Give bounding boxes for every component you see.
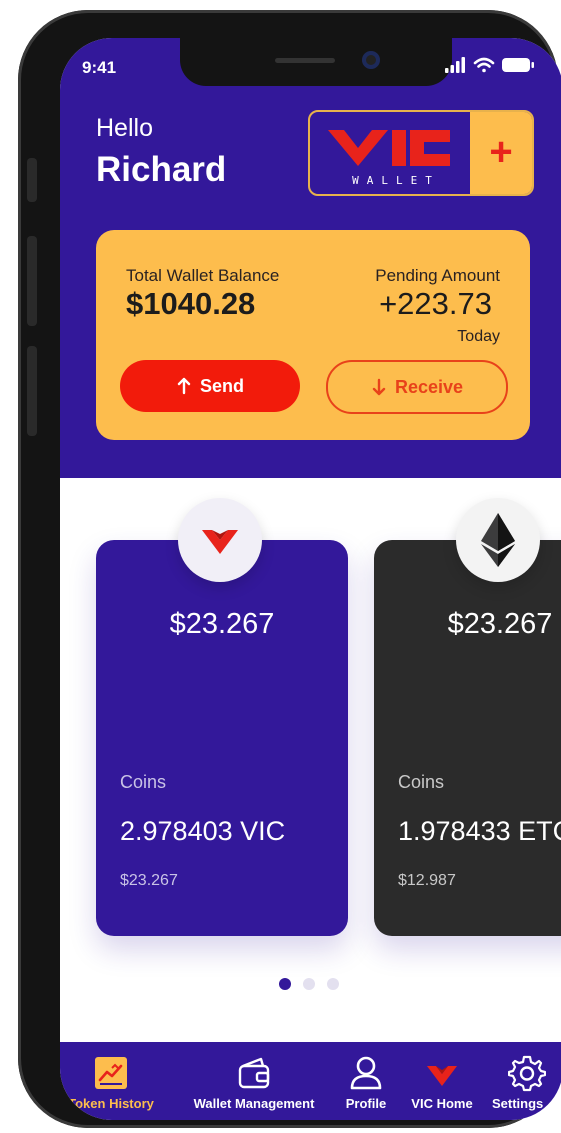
tab-profile[interactable]: Profile	[334, 1054, 398, 1116]
tab-label: Token History	[68, 1096, 154, 1111]
camera-icon	[362, 51, 380, 69]
tab-settings[interactable]: Settings	[492, 1054, 561, 1116]
volume-up-button	[27, 236, 37, 326]
phone-frame: 9:41 Hello Richard WALLET + Total Wallet…	[18, 10, 561, 1128]
vic-heart-icon	[427, 1066, 457, 1086]
coin-card-coins-value: 1.978433 ETC	[398, 816, 561, 846]
user-icon	[350, 1056, 382, 1090]
vic-logo-icon: WALLET	[328, 130, 450, 187]
coin-card-amount: $23.267	[447, 608, 553, 640]
volume-down-button	[27, 346, 37, 436]
total-balance-value: $1040.28	[126, 286, 256, 321]
total-balance-label: Total Wallet Balance	[126, 266, 280, 285]
coin-badge	[178, 498, 262, 582]
speaker-grille	[275, 58, 335, 63]
tab-vic-home[interactable]: VIC Home	[404, 1054, 480, 1116]
greeting-text: Hello	[96, 114, 153, 142]
vic-wallet-logo-button[interactable]: WALLET +	[308, 110, 534, 196]
coin-card-coins-label: Coins	[398, 772, 445, 792]
coin-card-usd-value: $23.267	[120, 872, 178, 889]
app-screen: 9:41 Hello Richard WALLET + Total Wallet…	[60, 38, 561, 1120]
tab-token-history[interactable]: Token History	[62, 1054, 160, 1116]
gear-icon	[508, 1055, 546, 1092]
add-wallet-button[interactable]: +	[470, 112, 532, 194]
carousel-pagination	[279, 978, 349, 992]
coin-card-amount: $23.267	[169, 608, 275, 640]
pagination-dot[interactable]	[303, 978, 315, 990]
user-name: Richard	[96, 150, 227, 189]
device-notch	[180, 38, 452, 86]
ethereum-icon	[481, 513, 515, 567]
coin-card-usd-value: $12.987	[398, 872, 456, 889]
battery-icon	[502, 58, 534, 72]
send-button[interactable]: Send	[120, 360, 300, 412]
chart-icon	[95, 1057, 127, 1089]
pending-period: Today	[457, 328, 500, 345]
tab-label: Settings	[492, 1096, 544, 1111]
coin-card-etc[interactable]: $23.267 Coins 1.978433 ETC $12.987	[374, 498, 561, 936]
signal-icon	[445, 57, 465, 73]
receive-button-label: Receive	[394, 376, 464, 397]
pagination-dot[interactable]	[327, 978, 339, 990]
coin-card-coins-value: 2.978403 VIC	[120, 816, 286, 846]
arrow-up-icon	[177, 377, 191, 395]
bottom-tab-bar: Token History Wallet Management Profile	[60, 1042, 561, 1120]
coin-card-coins-label: Coins	[120, 772, 167, 792]
mute-switch	[27, 158, 37, 202]
send-button-label: Send	[199, 375, 244, 396]
balance-card: Total Wallet Balance $1040.28 Pending Am…	[96, 230, 530, 440]
status-icons	[445, 57, 534, 73]
tab-label: Profile	[345, 1096, 387, 1111]
tab-wallet-management[interactable]: Wallet Management	[184, 1054, 324, 1116]
pagination-dot-active[interactable]	[279, 978, 291, 990]
status-time: 9:41	[82, 58, 117, 77]
vic-logo-icon	[202, 530, 238, 554]
wallet-icon	[238, 1057, 270, 1089]
coin-badge	[456, 498, 540, 582]
pending-amount-value: +223.73	[379, 286, 492, 321]
wifi-icon	[473, 57, 495, 73]
logo-subtext: WALLET	[352, 174, 440, 187]
arrow-down-icon	[372, 378, 386, 396]
receive-button[interactable]: Receive	[326, 360, 508, 414]
vic-wallet-logo: WALLET	[310, 112, 468, 194]
tab-label: VIC Home	[411, 1096, 473, 1111]
coin-card-vic[interactable]: $23.267 Coins 2.978403 VIC $23.267	[96, 498, 348, 936]
pending-amount-label: Pending Amount	[375, 266, 500, 285]
tab-label: Wallet Management	[193, 1096, 315, 1111]
